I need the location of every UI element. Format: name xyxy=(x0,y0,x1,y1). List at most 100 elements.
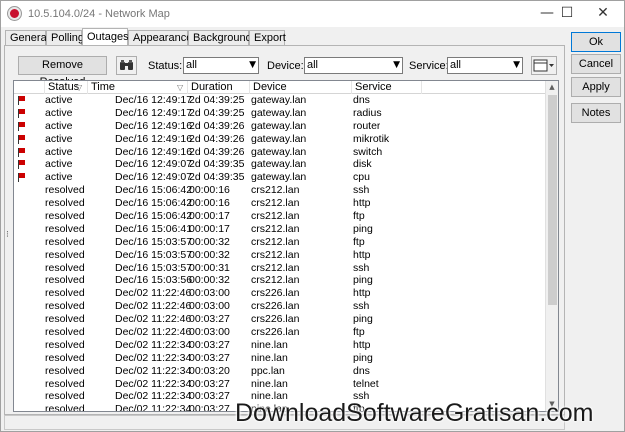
column-header-service[interactable]: Service xyxy=(352,81,422,94)
cell-service: switch xyxy=(353,145,383,158)
device-filter-select[interactable]: all ▼ xyxy=(304,57,403,74)
remove-resolved-button[interactable]: Remove Resolved xyxy=(18,56,107,88)
status-filter-select[interactable]: all ▼ xyxy=(183,57,259,74)
tab-polling[interactable]: Polling xyxy=(46,30,84,46)
column-header-status[interactable]: Status ▽ xyxy=(45,81,88,94)
cell-duration: 2d 04:39:25 xyxy=(189,106,245,119)
column-header-duration[interactable]: Duration xyxy=(188,81,250,94)
cell-status: active xyxy=(45,158,73,171)
cell-service: dns xyxy=(353,364,370,377)
maximize-icon[interactable]: ☐ xyxy=(548,1,586,27)
red-flag-icon xyxy=(18,147,27,157)
table-row[interactable]: resolved Dec/16 15:06:42 00:00:17 crs212.la… xyxy=(14,210,544,223)
cell-status: resolved xyxy=(45,364,85,377)
cell-status: active xyxy=(45,145,73,158)
cell-duration: 00:00:31 xyxy=(189,261,230,274)
cell-status: resolved xyxy=(45,313,85,326)
flag-column-header[interactable] xyxy=(14,81,45,94)
red-flag-icon xyxy=(18,134,27,144)
chevron-down-icon: ▼ xyxy=(513,60,520,70)
table-row[interactable]: resolved Dec/16 15:03:57 00:00:31 crs212.la… xyxy=(14,262,544,275)
table-row[interactable]: active Dec/16 12:49:17 2d 04:39:25 gateway.… xyxy=(14,107,544,120)
table-row[interactable]: active Dec/16 12:49:16 2d 04:39:26 gateway.… xyxy=(14,133,544,146)
cell-duration: 00:00:17 xyxy=(189,210,230,223)
cell-time: Dec/16 15:03:57 xyxy=(115,235,193,248)
cancel-button[interactable]: Cancel xyxy=(571,54,621,74)
table-row[interactable]: active Dec/16 12:49:17 2d 04:39:25 gateway.… xyxy=(14,94,544,107)
cell-service: ftp xyxy=(353,210,365,223)
table-row[interactable]: resolved Dec/02 11:22:46 00:03:27 crs226.la… xyxy=(14,313,544,326)
cell-service: ping xyxy=(353,351,373,364)
vertical-scrollbar[interactable]: ▲ ▼ xyxy=(545,81,558,411)
cell-duration: 2d 04:39:26 xyxy=(189,145,245,158)
watermark-text: DownloadSoftwareGratisan.com xyxy=(235,399,594,427)
tab-appearance[interactable]: Appearance xyxy=(128,30,192,46)
column-header-label: Status xyxy=(48,81,80,93)
cell-service: ping xyxy=(353,274,373,287)
cell-duration: 00:03:27 xyxy=(189,338,230,351)
tab-background[interactable]: Background xyxy=(188,30,252,46)
table-header: Status ▽ Time ▽ Duration Device Service xyxy=(14,81,558,94)
scroll-up-icon[interactable]: ▲ xyxy=(546,81,558,94)
cell-time: Dec/02 11:22:46 xyxy=(115,300,192,313)
table-row[interactable]: resolved Dec/16 15:06:42 00:00:16 crs212.la… xyxy=(14,184,544,197)
binoculars-icon xyxy=(120,60,133,70)
cell-device: gateway.lan xyxy=(251,132,307,145)
column-header-device[interactable]: Device xyxy=(250,81,352,94)
cell-time: Dec/16 15:06:41 xyxy=(115,222,193,235)
close-icon[interactable]: ✕ xyxy=(584,1,622,27)
column-header-time[interactable]: Time ▽ xyxy=(88,81,188,94)
ok-button[interactable]: Ok xyxy=(571,32,621,52)
cell-duration: 00:00:32 xyxy=(189,248,230,261)
cell-status: active xyxy=(45,171,73,184)
cell-time: Dec/16 12:49:07 xyxy=(115,171,193,184)
table-row[interactable]: resolved Dec/16 15:06:41 00:00:17 crs212.la… xyxy=(14,223,544,236)
title-bar: 10.5.104.0/24 - Network Map — ☐ ✕ xyxy=(1,1,624,27)
cell-status: resolved xyxy=(45,235,85,248)
cell-time: Dec/02 11:22:46 xyxy=(115,287,192,300)
notes-button[interactable]: Notes xyxy=(571,103,621,123)
cell-time: Dec/16 15:06:42 xyxy=(115,210,193,223)
table-row[interactable]: resolved Dec/02 11:22:46 00:03:00 crs226.la… xyxy=(14,300,544,313)
cell-status: resolved xyxy=(45,300,85,313)
cell-status: resolved xyxy=(45,403,85,412)
cell-time: Dec/16 15:03:56 xyxy=(115,274,193,287)
network-map-window: 10.5.104.0/24 - Network Map — ☐ ✕ Genera… xyxy=(0,0,625,432)
table-row[interactable]: active Dec/16 12:49:07 2d 04:39:35 gateway.… xyxy=(14,158,544,171)
cell-duration: 00:03:00 xyxy=(189,287,230,300)
apply-button[interactable]: Apply xyxy=(571,77,621,97)
cell-service: dns xyxy=(353,94,370,106)
cell-status: resolved xyxy=(45,261,85,274)
table-row[interactable]: resolved Dec/02 11:22:46 00:03:00 crs226.la… xyxy=(14,326,544,339)
table-row[interactable]: resolved Dec/02 11:22:46 00:03:00 crs226.la… xyxy=(14,287,544,300)
cell-service: telnet xyxy=(353,377,379,390)
table-row[interactable]: resolved Dec/02 11:22:34 00:03:27 nine.lan p… xyxy=(14,352,544,365)
table-row[interactable]: resolved Dec/16 15:03:56 00:00:32 crs212.la… xyxy=(14,274,544,287)
table-row[interactable]: resolved Dec/02 11:22:34 00:03:20 ppc.lan dn… xyxy=(14,365,544,378)
table-row[interactable]: resolved Dec/02 11:22:34 00:03:27 nine.lan h… xyxy=(14,339,544,352)
find-button[interactable] xyxy=(116,56,137,75)
cell-device: crs226.lan xyxy=(251,313,300,326)
tab-export[interactable]: Export xyxy=(249,30,286,46)
cell-service: cpu xyxy=(353,171,370,184)
cell-time: Dec/16 15:03:57 xyxy=(115,261,193,274)
table-row[interactable]: resolved Dec/16 15:06:42 00:00:16 crs212.la… xyxy=(14,197,544,210)
table-row[interactable]: active Dec/16 12:49:16 2d 04:39:26 gateway.… xyxy=(14,146,544,159)
tab-general[interactable]: General xyxy=(5,30,49,46)
cell-duration: 00:00:16 xyxy=(189,197,230,210)
scroll-thumb[interactable] xyxy=(548,95,557,305)
column-chooser-button[interactable] xyxy=(531,56,557,75)
table-row[interactable]: resolved Dec/16 15:03:57 00:00:32 crs212.la… xyxy=(14,249,544,262)
splitter-grip[interactable]: ⁝ xyxy=(6,229,9,240)
cell-time: Dec/02 11:22:46 xyxy=(115,313,192,326)
table-row[interactable]: active Dec/16 12:49:16 2d 04:39:26 gateway.… xyxy=(14,120,544,133)
cell-device: gateway.lan xyxy=(251,145,307,158)
cell-duration: 00:00:16 xyxy=(189,184,230,197)
tab-outages[interactable]: Outages xyxy=(82,28,129,46)
table-row[interactable]: active Dec/16 12:49:07 2d 04:39:35 gateway.… xyxy=(14,171,544,184)
service-filter-select[interactable]: all ▼ xyxy=(447,57,523,74)
table-row[interactable]: resolved Dec/16 15:03:57 00:00:32 crs212.la… xyxy=(14,236,544,249)
table-row[interactable]: resolved Dec/02 11:22:34 00:03:27 nine.lan t… xyxy=(14,378,544,391)
cell-service: http xyxy=(353,338,371,351)
cell-device: crs212.lan xyxy=(251,248,300,261)
